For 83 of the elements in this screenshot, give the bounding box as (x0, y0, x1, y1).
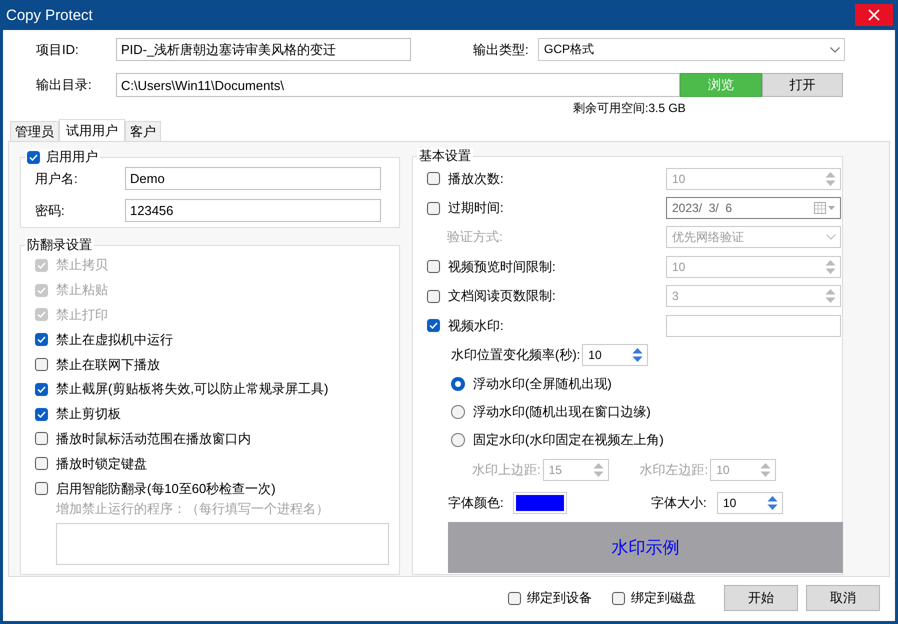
radio-button[interactable] (451, 433, 465, 448)
checkbox[interactable] (35, 408, 48, 421)
checkmark-icon (29, 154, 38, 160)
text-field[interactable] (666, 314, 841, 337)
preview-text: 水印示例 (612, 537, 680, 560)
checkbox-label: 启用智能防翻录(每10至60秒检查一次) (56, 480, 276, 498)
checkbox[interactable] (612, 592, 625, 604)
window-title: Copy Protect (5, 6, 93, 24)
free-space-text: 剩余可用空间:3.5 GB (572, 100, 687, 116)
field-label: 输出类型: (473, 40, 530, 58)
checkbox-label: 文档阅读页数限制: (448, 287, 556, 306)
dropdown[interactable]: GCP格式 (538, 38, 845, 61)
checkbox[interactable] (35, 358, 48, 372)
checkbox-label: 禁止粘贴 (56, 281, 108, 300)
field-label: 密码: (34, 202, 66, 220)
field-label: 项目ID: (35, 40, 80, 58)
group-title: 基本设置 (419, 147, 471, 165)
checkbox[interactable] (427, 290, 440, 303)
checkbox[interactable] (427, 172, 440, 186)
spin-field[interactable]: 10 (717, 492, 783, 514)
checkbox[interactable] (35, 457, 48, 470)
checkmark-icon (37, 336, 46, 344)
tab[interactable]: 管理员 (10, 121, 59, 141)
checkbox-label: 视频水印: (448, 316, 504, 335)
checkbox[interactable] (508, 592, 521, 604)
checkmark-icon (37, 311, 46, 318)
input-field[interactable]: 123456 (125, 199, 381, 222)
group-title: 防翻录设置 (27, 236, 92, 254)
field-label: 输出目录: (35, 76, 93, 94)
checkbox[interactable] (35, 482, 48, 496)
spin-arrows-icon[interactable] (767, 495, 778, 512)
checkbox[interactable] (427, 260, 440, 274)
field-label: 水印上边距: (472, 461, 541, 480)
checkbox[interactable] (427, 319, 440, 332)
spin-arrows-icon[interactable] (632, 347, 644, 364)
checkmark-icon (37, 410, 46, 418)
checkbox-label: 禁止在联网下播放 (56, 356, 160, 374)
button[interactable]: 开始 (724, 585, 798, 611)
close-icon (868, 9, 880, 21)
field-label: 验证方式: (446, 228, 503, 246)
checkbox-label: 禁止打印 (56, 306, 108, 324)
field-label: 字体颜色: (448, 494, 505, 512)
checkbox-label: 播放时鼠标活动范围在播放窗口内 (56, 430, 251, 448)
radio-label: 浮动水印(全屏随机出现) (473, 375, 612, 394)
button[interactable]: 取消 (806, 585, 880, 611)
checkmark-icon (37, 386, 46, 393)
field-label: 水印位置变化频率(秒): (451, 346, 580, 364)
tab[interactable]: 试用用户 (59, 119, 125, 141)
field-label: 水印左边距: (640, 461, 708, 480)
close-button[interactable] (855, 4, 893, 26)
radio-button[interactable] (451, 377, 465, 392)
group-title: 启用用户 (46, 148, 98, 166)
checkbox[interactable] (35, 432, 48, 446)
checkbox-label: 播放时锁定键盘 (56, 454, 147, 473)
input-field[interactable]: Demo (125, 167, 381, 190)
checkbox-label: 视频预览时间限制: (448, 258, 556, 276)
spin-field[interactable]: 10 (582, 344, 648, 366)
checkbox-label: 过期时间: (448, 199, 504, 218)
radio-label: 浮动水印(随机出现在窗口边缘) (473, 403, 651, 422)
tab[interactable]: 客户 (125, 121, 161, 141)
checkbox[interactable] (27, 150, 40, 164)
radio-label: 固定水印(水印固定在视频左上角) (473, 431, 664, 450)
field-label: 用户名: (34, 170, 79, 188)
checkbox-label: 禁止在虚拟机中运行 (56, 330, 173, 349)
input-field[interactable]: PID-_浅析唐朝边塞诗审美风格的变迁 (116, 38, 411, 61)
checkbox[interactable] (35, 333, 48, 346)
radio-button[interactable] (451, 405, 465, 420)
checkbox-label: 禁止截屏(剪贴板将失效,可以防止常规录屏工具) (56, 380, 328, 398)
checkmark-icon (429, 322, 438, 330)
checkbox[interactable] (35, 382, 48, 396)
hint-text: 增加禁止运行的程序：（每行填写一个进程名） (55, 500, 330, 517)
checkbox-label: 禁止拷贝 (56, 256, 108, 274)
checkbox-label: 绑定到磁盘 (631, 589, 696, 607)
button[interactable]: 打开 (762, 73, 843, 97)
chevron-down-icon[interactable] (830, 46, 840, 52)
checkbox[interactable] (427, 202, 440, 215)
checkbox-label: 绑定到设备 (527, 589, 592, 607)
checkmark-icon (37, 262, 46, 269)
input-field[interactable]: C:\Users\Win11\Documents\ (116, 73, 680, 97)
checkmark-icon (37, 286, 46, 294)
field-label: 字体大小: (651, 494, 708, 512)
checkbox-label: 播放次数: (448, 170, 504, 188)
checkbox-label: 禁止剪切板 (56, 405, 121, 424)
